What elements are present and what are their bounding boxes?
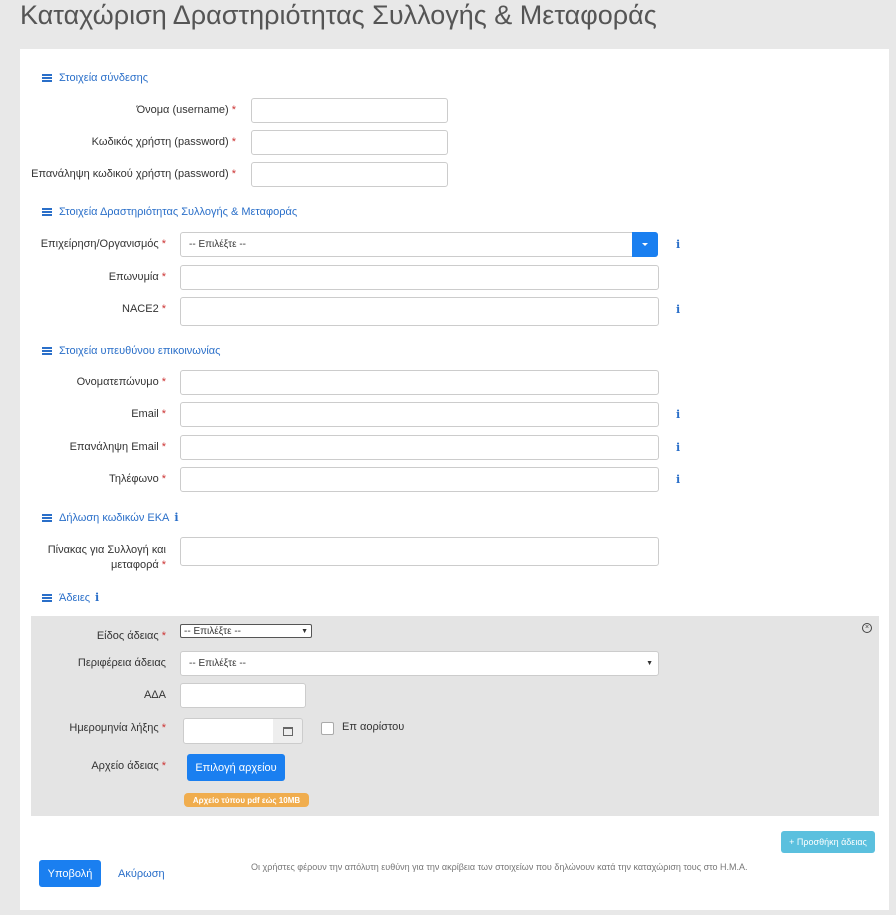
section-permits-header: Άδειες i bbox=[42, 591, 99, 604]
menu-lines-icon bbox=[42, 208, 52, 216]
name-label: Επωνυμία * bbox=[108, 271, 166, 283]
info-icon[interactable]: i bbox=[676, 303, 680, 316]
caret-down-icon: ▼ bbox=[646, 660, 653, 667]
section-title: Στοιχεία υπευθύνου επικοινωνίας bbox=[59, 345, 221, 357]
section-login-header: Στοιχεία σύνδεσης bbox=[42, 72, 148, 84]
caret-down-icon: ▼ bbox=[301, 627, 308, 635]
menu-lines-icon bbox=[42, 74, 52, 82]
company-select[interactable]: -- Επιλέξτε -- bbox=[180, 232, 658, 257]
menu-lines-icon bbox=[42, 513, 52, 522]
phone-input[interactable] bbox=[180, 467, 659, 492]
company-label: Επιχείρηση/Οργανισμός * bbox=[40, 238, 166, 250]
submit-button[interactable]: Υποβολή bbox=[39, 860, 101, 887]
password-repeat-label: Επανάληψη κωδικού χρήστη (password) * bbox=[31, 168, 236, 180]
section-eka-header: Δήλωση κωδικών ΕΚΑ i bbox=[42, 511, 179, 524]
password-repeat-input[interactable] bbox=[251, 162, 448, 187]
menu-lines-icon bbox=[42, 347, 52, 355]
nace-input[interactable] bbox=[180, 297, 659, 326]
info-icon[interactable]: i bbox=[174, 511, 178, 524]
info-icon[interactable]: i bbox=[676, 473, 680, 486]
caret-down-icon bbox=[642, 243, 648, 246]
choose-file-button[interactable]: Επιλογή αρχείου bbox=[187, 754, 285, 781]
fullname-label: Ονοματεπώνυμο * bbox=[76, 376, 166, 388]
section-activity-header: Στοιχεία Δραστηριότητας Συλλογής & Μεταφ… bbox=[42, 206, 297, 218]
calendar-button[interactable] bbox=[273, 718, 303, 744]
name-input[interactable] bbox=[180, 265, 659, 290]
info-icon[interactable]: i bbox=[676, 441, 680, 454]
permit-region-label: Περιφέρεια άδειας bbox=[77, 657, 166, 669]
section-title: Δήλωση κωδικών ΕΚΑ bbox=[59, 511, 170, 524]
footer-disclaimer: Οι χρήστες φέρουν την απόλυτη ευθύνη για… bbox=[251, 862, 748, 872]
username-label: Όνομα (username) * bbox=[136, 104, 236, 116]
eka-table-label: Πίνακας για Συλλογή και μεταφορά * bbox=[47, 544, 166, 571]
fullname-input[interactable] bbox=[180, 370, 659, 395]
ada-input[interactable] bbox=[180, 683, 306, 708]
info-icon[interactable]: i bbox=[676, 238, 680, 251]
nace-label: NACE2 * bbox=[122, 303, 166, 315]
phone-label: Τηλέφωνο * bbox=[108, 473, 166, 485]
section-contact-header: Στοιχεία υπευθύνου επικοινωνίας bbox=[42, 345, 220, 357]
indefinite-checkbox[interactable] bbox=[321, 722, 334, 735]
file-hint-badge: Αρχείο τύπου pdf εώς 10MB bbox=[184, 793, 309, 807]
remove-permit-icon[interactable]: × bbox=[862, 623, 872, 633]
permit-type-label: Είδος άδειας * bbox=[96, 630, 166, 642]
permit-region-select[interactable]: -- Επιλέξτε -- ▼ bbox=[180, 651, 659, 676]
cancel-link[interactable]: Ακύρωση bbox=[118, 868, 165, 880]
dropdown-button[interactable] bbox=[632, 232, 658, 257]
permit-file-label: Αρχείο άδειας * bbox=[91, 760, 166, 772]
email-repeat-label: Επανάληψη Email * bbox=[69, 441, 166, 453]
add-permit-button[interactable]: + Προσθήκη άδειας bbox=[781, 831, 875, 853]
section-title: Στοιχεία σύνδεσης bbox=[59, 72, 149, 84]
info-icon[interactable]: i bbox=[95, 591, 99, 604]
email-input[interactable] bbox=[180, 402, 659, 427]
username-input[interactable] bbox=[251, 98, 448, 123]
password-label: Κωδικός χρήστη (password) * bbox=[91, 136, 236, 148]
indefinite-label: Επ αορίστου bbox=[342, 721, 405, 733]
email-label: Email * bbox=[131, 408, 166, 420]
menu-lines-icon bbox=[42, 593, 52, 602]
expiry-date-label: Ημερομηνία λήξης * bbox=[69, 722, 166, 734]
permit-panel bbox=[31, 616, 879, 816]
expiry-date-input[interactable] bbox=[183, 718, 274, 744]
ada-label: ΑΔΑ bbox=[143, 689, 166, 701]
info-icon[interactable]: i bbox=[676, 408, 680, 421]
permit-type-select[interactable]: -- Επιλέξτε -- ▼ bbox=[180, 624, 312, 638]
section-title: Στοιχεία Δραστηριότητας Συλλογής & Μεταφ… bbox=[59, 206, 298, 218]
page-title: Καταχώριση Δραστηριότητας Συλλογής & Μετ… bbox=[20, 0, 657, 30]
calendar-icon bbox=[282, 726, 293, 736]
email-repeat-input[interactable] bbox=[180, 435, 659, 460]
password-input[interactable] bbox=[251, 130, 448, 155]
section-title: Άδειες bbox=[59, 591, 91, 604]
eka-table-input[interactable] bbox=[180, 537, 659, 566]
